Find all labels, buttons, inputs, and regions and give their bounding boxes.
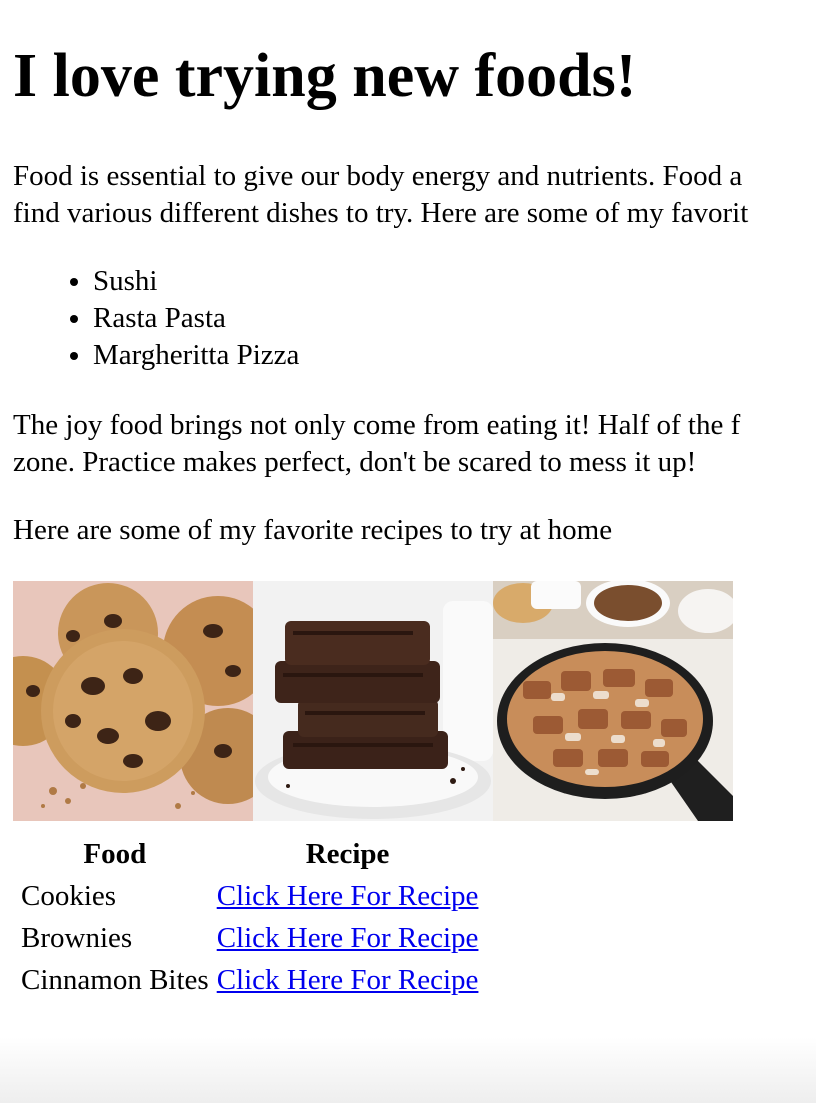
list-item: Sushi bbox=[93, 263, 299, 300]
food-column-header: Food bbox=[83, 838, 147, 870]
intro-paragraph: Food is essential to give our body energ… bbox=[13, 158, 748, 232]
table-row: Cinnamon Bites Click Here For Recipe bbox=[19, 961, 480, 1000]
recipe-cell: Click Here For Recipe bbox=[215, 961, 481, 1000]
window-bottom-edge bbox=[0, 1037, 816, 1103]
list-item: Rasta Pasta bbox=[93, 300, 299, 337]
cookies-image bbox=[13, 581, 253, 821]
recipes-table: Food Recipe Cookies Click Here For Recip… bbox=[15, 832, 484, 1003]
joy-paragraph: The joy food brings not only come from e… bbox=[13, 407, 740, 481]
cinnamon-bites-recipe-link[interactable]: Click Here For Recipe bbox=[217, 964, 479, 996]
table-header-row: Food Recipe bbox=[19, 835, 480, 874]
recipe-cell: Click Here For Recipe bbox=[215, 877, 481, 916]
food-cell: Brownies bbox=[21, 922, 133, 954]
table-row: Brownies Click Here For Recipe bbox=[19, 919, 480, 958]
page-title: I love trying new foods! bbox=[13, 42, 637, 110]
recipe-column-header: Recipe bbox=[305, 838, 390, 870]
intro-line-1: Food is essential to give our body energ… bbox=[13, 160, 743, 192]
favorites-list: Sushi Rasta Pasta Margheritta Pizza bbox=[13, 263, 299, 374]
food-cell: Cinnamon Bites bbox=[21, 964, 209, 996]
joy-line-1: The joy food brings not only come from e… bbox=[13, 409, 741, 441]
cookies-recipe-link[interactable]: Click Here For Recipe bbox=[217, 880, 479, 912]
intro-line-2: find various different dishes to try. He… bbox=[13, 197, 749, 229]
food-gallery bbox=[13, 581, 733, 821]
list-item: Margheritta Pizza bbox=[93, 337, 299, 374]
recipes-intro: Here are some of my favorite recipes to … bbox=[13, 514, 613, 546]
cinnamon-bites-image bbox=[493, 581, 733, 821]
joy-line-2: zone. Practice makes perfect, don't be s… bbox=[13, 446, 697, 478]
brownies-recipe-link[interactable]: Click Here For Recipe bbox=[217, 922, 479, 954]
table-row: Cookies Click Here For Recipe bbox=[19, 877, 480, 916]
recipe-cell: Click Here For Recipe bbox=[215, 919, 481, 958]
brownies-image bbox=[253, 581, 493, 821]
food-cell: Cookies bbox=[21, 880, 117, 912]
